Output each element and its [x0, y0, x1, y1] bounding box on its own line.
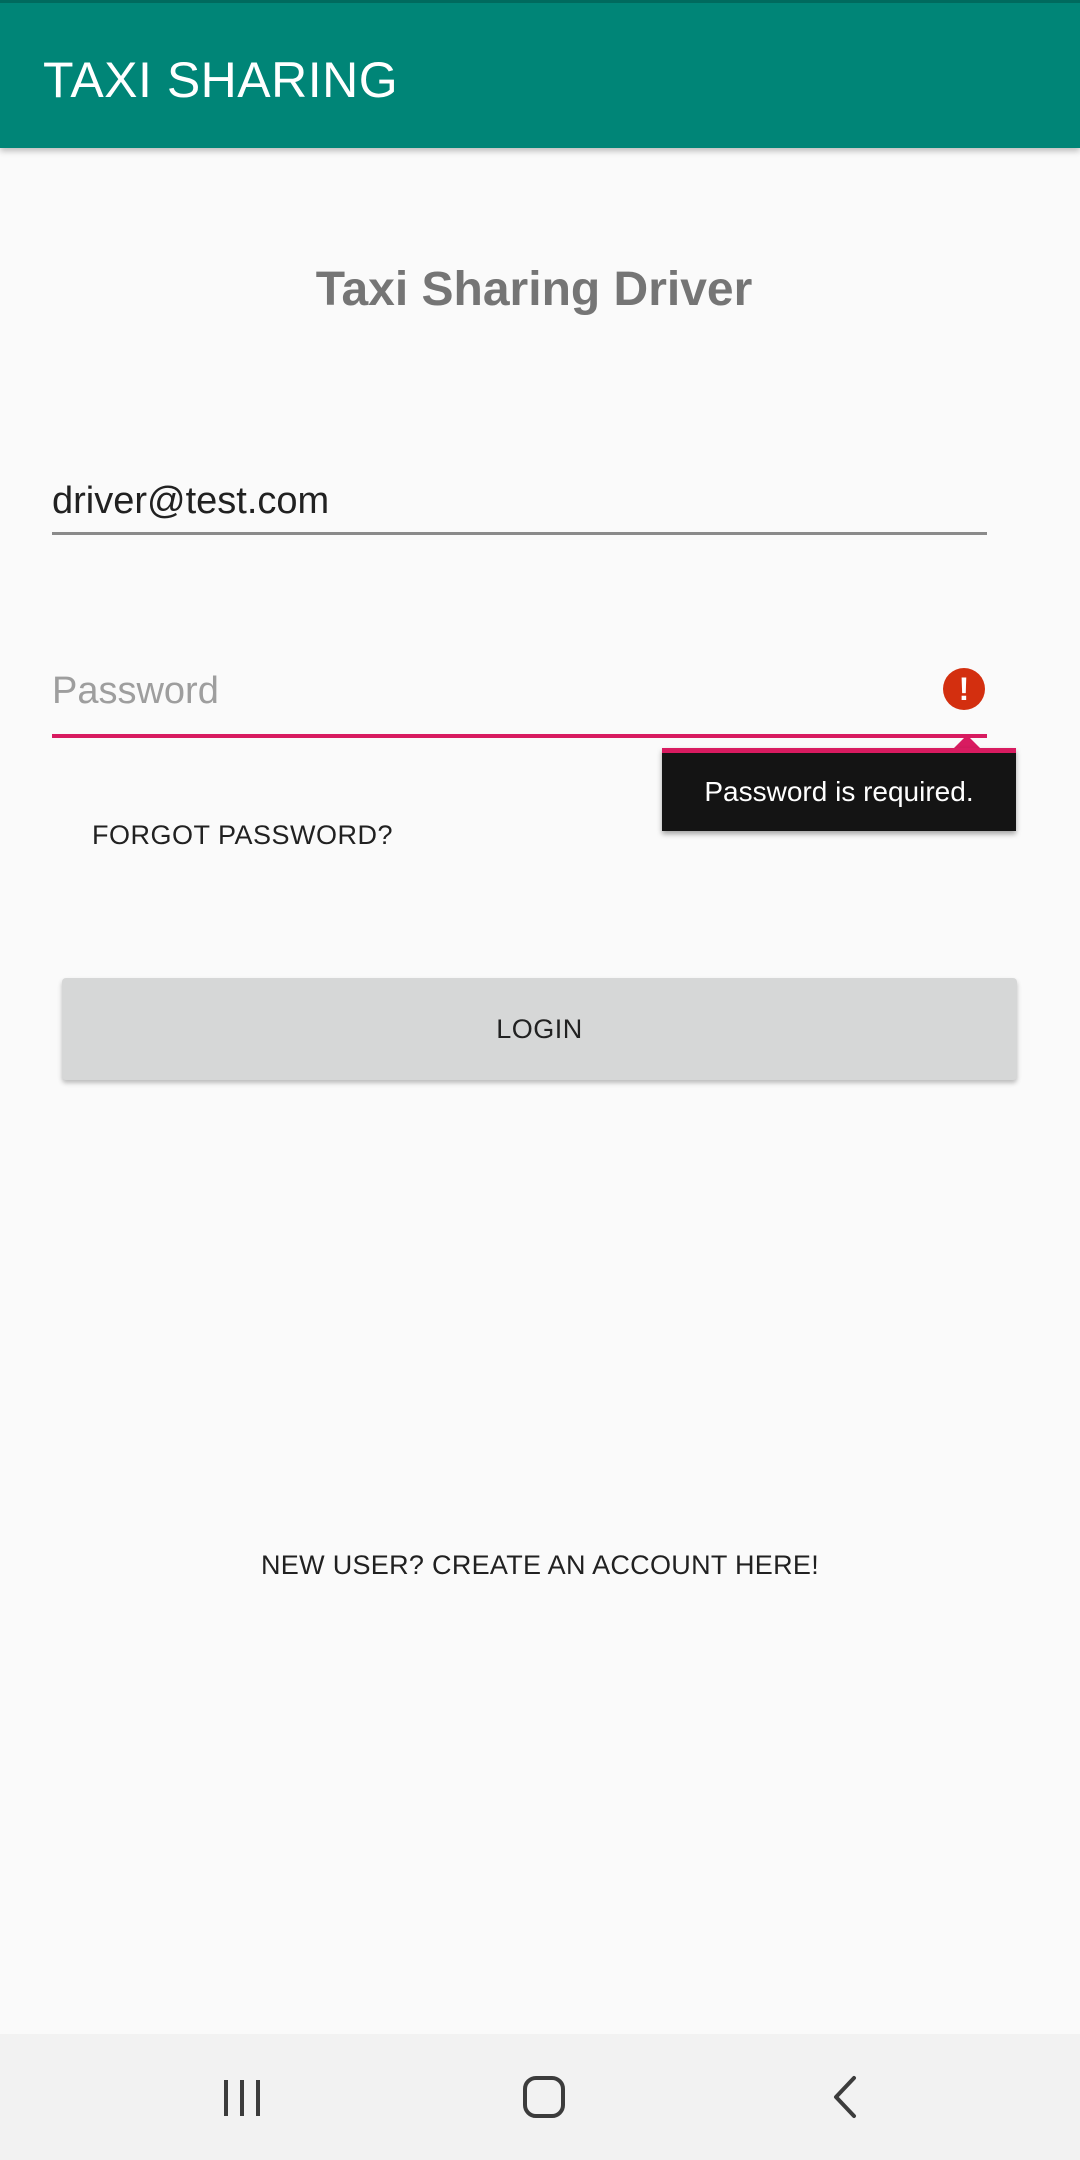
page-heading: Taxi Sharing Driver [315, 263, 753, 316]
back-icon[interactable] [806, 2062, 886, 2132]
system-nav-bar [0, 2034, 1080, 2160]
recents-icon[interactable] [202, 2062, 282, 2132]
error-tooltip: Password is required. [662, 748, 1016, 831]
error-message: Password is required. [704, 776, 974, 807]
app-bar: TAXI SHARING [0, 0, 1080, 148]
email-field[interactable]: driver@test.com [52, 470, 987, 535]
forgot-password-link[interactable]: FORGOT PASSWORD? [92, 820, 393, 851]
error-tooltip-arrow [953, 735, 981, 749]
create-account-link[interactable]: NEW USER? CREATE AN ACCOUNT HERE! [0, 1550, 1080, 1581]
error-icon: ! [943, 668, 985, 710]
email-value: driver@test.com [52, 480, 330, 522]
home-icon[interactable] [504, 2062, 584, 2132]
password-field[interactable]: Password ! [52, 660, 987, 738]
password-placeholder: Password [52, 670, 219, 712]
login-button[interactable]: LOGIN [62, 978, 1017, 1080]
app-title: TAXI SHARING [43, 52, 399, 108]
